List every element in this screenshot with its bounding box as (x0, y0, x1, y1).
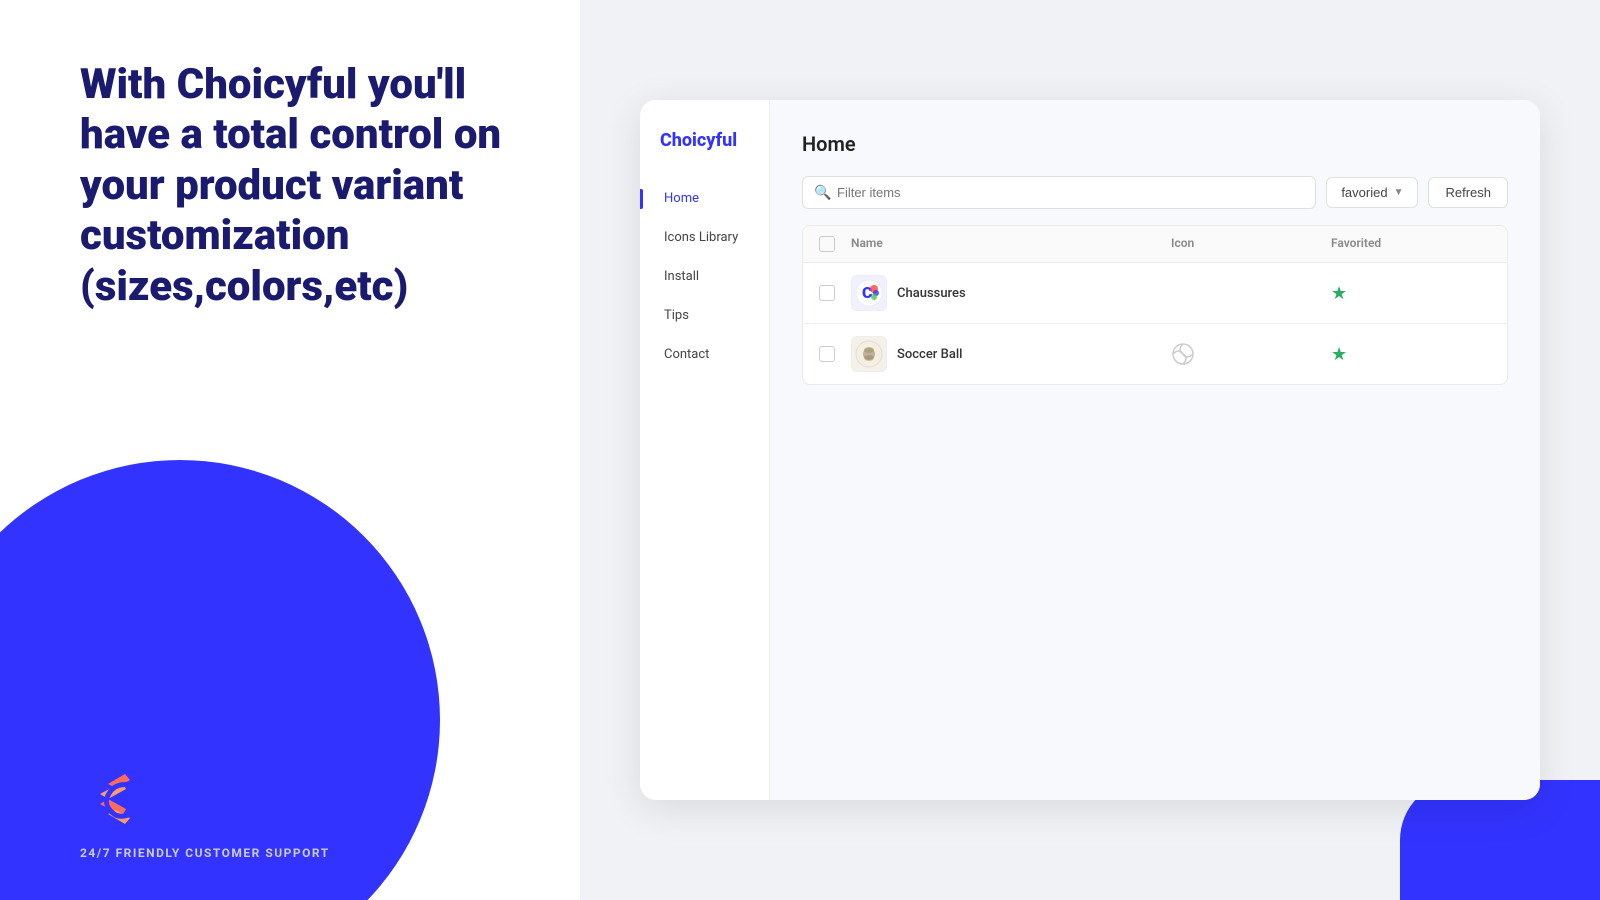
table-header: Name Icon Favorited (803, 226, 1507, 263)
header-favorited: Favorited (1331, 236, 1491, 252)
support-text: 24/7 FRIENDLY CUSTOMER SUPPORT (80, 846, 530, 860)
app-window: Choicyful Home Icons Library Install Tip… (640, 100, 1540, 800)
right-panel: Choicyful Home Icons Library Install Tip… (580, 0, 1600, 900)
row2-name: Soccer Ball (897, 347, 962, 362)
chaussures-logo-svg: C (855, 279, 883, 307)
table-row: Soccer Ball ★ (803, 324, 1507, 384)
row2-checkbox-cell (819, 346, 851, 362)
search-wrapper: 🔍 (802, 176, 1316, 209)
row2-icon-cell (1171, 342, 1331, 366)
header-icon: Icon (1171, 236, 1331, 252)
row2-favorited-cell: ★ (1331, 344, 1491, 365)
favorited-star-icon[interactable]: ★ (1331, 283, 1347, 304)
sidebar-logo: Choicyful (656, 130, 753, 151)
row1-name-cell: C Chaussures (851, 275, 1171, 311)
svg-text:C: C (862, 283, 873, 302)
soccer-thumbnail-svg (855, 340, 883, 368)
basketball-icon (1171, 342, 1195, 366)
row1-favorited-cell: ★ (1331, 283, 1491, 304)
header-checkbox[interactable] (819, 236, 835, 252)
row2-name-cell: Soccer Ball (851, 336, 1171, 372)
sidebar-item-contact[interactable]: Contact (656, 339, 753, 370)
toolbar: 🔍 favoried ▼ Refresh (802, 176, 1508, 209)
soccer-ball-thumbnail (851, 336, 887, 372)
row1-name: Chaussures (897, 286, 966, 301)
sidebar-item-tips[interactable]: Tips (656, 300, 753, 331)
main-content: Home 🔍 favoried ▼ Refresh (770, 100, 1540, 800)
bottom-section: 24/7 FRIENDLY CUSTOMER SUPPORT (80, 764, 530, 860)
headline-text: With Choicyful you'll have a total contr… (80, 60, 520, 312)
row2-checkbox[interactable] (819, 346, 835, 362)
sidebar-item-install[interactable]: Install (656, 261, 753, 292)
row1-checkbox[interactable] (819, 285, 835, 301)
choicyful-logo-icon (80, 764, 150, 834)
row1-checkbox-cell (819, 285, 851, 301)
header-name: Name (851, 236, 1171, 252)
sidebar-item-home[interactable]: Home (656, 183, 753, 214)
data-table: Name Icon Favorited C (802, 225, 1508, 385)
search-icon: 🔍 (814, 185, 831, 201)
left-panel: With Choicyful you'll have a total contr… (0, 0, 580, 900)
sidebar-item-icons-library[interactable]: Icons Library (656, 222, 753, 253)
search-input[interactable] (802, 176, 1316, 209)
table-row: C Chaussures ★ (803, 263, 1507, 324)
refresh-button[interactable]: Refresh (1428, 177, 1508, 208)
favorited-filter-button[interactable]: favoried ▼ (1326, 177, 1418, 208)
favorited-star-icon[interactable]: ★ (1331, 344, 1347, 365)
chevron-down-icon: ▼ (1394, 187, 1404, 198)
page-title: Home (802, 132, 1508, 156)
chaussures-icon: C (851, 275, 887, 311)
sidebar: Choicyful Home Icons Library Install Tip… (640, 100, 770, 800)
header-checkbox-cell (819, 236, 851, 252)
